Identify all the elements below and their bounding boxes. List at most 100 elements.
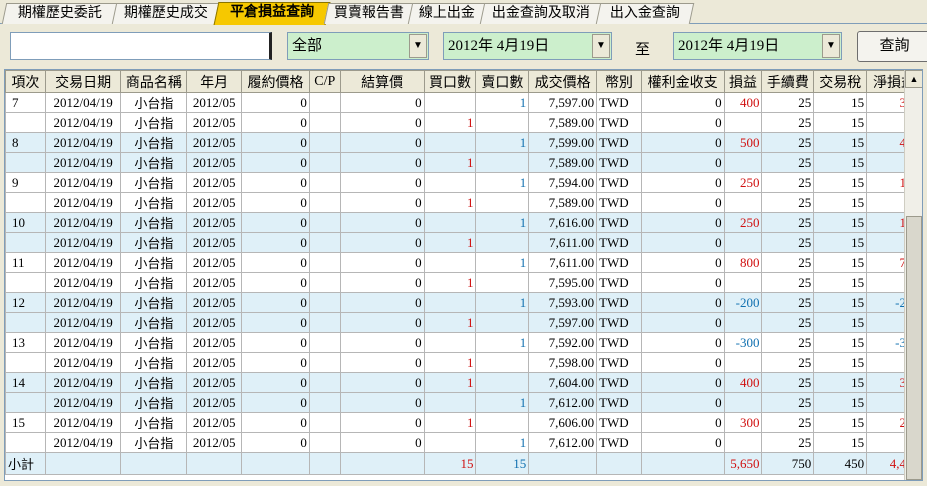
cell-buy: 1 xyxy=(423,232,477,253)
cell-buy: 1 xyxy=(423,152,477,173)
table-row[interactable]: 2012/04/19 小台指 2012/05 0 0 1 7,597.00 TWD 0 25 15 xyxy=(5,312,922,333)
cell-cur: TWD xyxy=(596,352,642,373)
table-row[interactable]: 9 2012/04/19 小台指 2012/05 0 0 1 7,594.00 TWD 0 250 2… xyxy=(5,172,922,193)
cell-strike: 0 xyxy=(241,332,310,353)
cell-tax: 15 xyxy=(813,392,868,413)
tab-withdrawal-query-cancel[interactable]: 出金查詢及取消 xyxy=(479,3,603,24)
subtotal-fee: 750 xyxy=(761,452,815,475)
cell-sell xyxy=(475,112,530,133)
scroll-thumb[interactable] xyxy=(906,216,922,480)
column-header[interactable]: 損益 xyxy=(723,70,763,93)
cell-pl: 400 xyxy=(723,372,763,393)
column-header[interactable]: 商品名稱 xyxy=(120,70,188,93)
cell-price: 7,593.00 xyxy=(528,292,598,313)
column-header[interactable]: 履約價格 xyxy=(241,70,310,93)
cell-buy: 1 xyxy=(423,352,477,373)
chevron-down-icon[interactable]: ▼ xyxy=(592,34,610,58)
cell-buy xyxy=(423,392,477,413)
cell-name: 小台指 xyxy=(120,352,188,373)
cell-pl xyxy=(723,272,763,293)
table-row[interactable]: 11 2012/04/19 小台指 2012/05 0 0 1 7,611.00 TWD 0 800… xyxy=(5,252,922,273)
table-row[interactable]: 2012/04/19 小台指 2012/05 0 0 1 7,589.00 TWD 0 25 15 xyxy=(5,112,922,133)
table-row[interactable]: 2012/04/19 小台指 2012/05 0 0 1 7,595.00 TWD 0 25 15 xyxy=(5,272,922,293)
cell-sell xyxy=(475,272,530,293)
cell-strike: 0 xyxy=(241,372,310,393)
cell-pl xyxy=(723,312,763,333)
cell-idx: 13 xyxy=(5,332,46,353)
column-header[interactable]: 年月 xyxy=(186,70,243,93)
column-header[interactable]: 權利金收支 xyxy=(640,70,725,93)
cell-ym: 2012/05 xyxy=(186,92,243,113)
category-select[interactable]: 全部 ▼ xyxy=(287,32,429,60)
subtotal-cp xyxy=(308,452,341,475)
cell-tax: 15 xyxy=(813,232,868,253)
table-row[interactable]: 13 2012/04/19 小台指 2012/05 0 0 1 7,592.00 TWD 0 -30… xyxy=(5,332,922,353)
table-row[interactable]: 8 2012/04/19 小台指 2012/05 0 0 1 7,599.00 TWD 0 500 2… xyxy=(5,132,922,153)
chevron-down-icon[interactable]: ▼ xyxy=(409,34,427,58)
cell-settle: 0 xyxy=(339,232,425,253)
cell-pl: 400 xyxy=(723,92,763,113)
cell-strike: 0 xyxy=(241,392,310,413)
cell-price: 7,611.00 xyxy=(528,252,598,273)
table-row[interactable]: 12 2012/04/19 小台指 2012/05 0 0 1 7,593.00 TWD 0 -20… xyxy=(5,292,922,313)
cell-idx xyxy=(5,352,46,373)
cell-tax: 15 xyxy=(813,412,868,433)
tab-option-history-orders[interactable]: 期權歷史委託 xyxy=(1,3,119,24)
cell-sell xyxy=(475,312,530,333)
tab-deposit-withdrawal-query[interactable]: 出入金查詢 xyxy=(595,3,695,24)
subtotal-tax: 450 xyxy=(813,452,868,475)
column-header[interactable]: 手續費 xyxy=(761,70,815,93)
tab-closed-position-pl[interactable]: 平倉損益查詢 xyxy=(213,2,331,25)
cell-ym: 2012/05 xyxy=(186,192,243,213)
table-row[interactable]: 2012/04/19 小台指 2012/05 0 0 1 7,589.00 TWD 0 25 15 xyxy=(5,192,922,213)
table-row[interactable]: 15 2012/04/19 小台指 2012/05 0 0 1 7,606.00 TWD 0 300… xyxy=(5,412,922,433)
column-header[interactable]: C/P xyxy=(308,70,341,93)
scroll-up-arrow-icon[interactable]: ▲ xyxy=(905,70,922,88)
table-row[interactable]: 2012/04/19 小台指 2012/05 0 0 1 7,598.00 TWD 0 25 15 xyxy=(5,352,922,373)
cell-fee: 25 xyxy=(761,372,815,393)
column-header[interactable]: 賣口數 xyxy=(475,70,530,93)
cell-strike: 0 xyxy=(241,192,310,213)
table-row[interactable]: 2012/04/19 小台指 2012/05 0 0 1 7,611.00 TWD 0 25 15 xyxy=(5,232,922,253)
filter-bar: 全部 ▼ 2012年 4月19日 ▼ 至 2012年 4月19日 ▼ 查詢 xyxy=(0,25,927,68)
table-row[interactable]: 2012/04/19 小台指 2012/05 0 0 1 7,612.00 TWD 0 25 15 xyxy=(5,432,922,453)
table-row[interactable]: 2012/04/19 小台指 2012/05 0 0 1 7,589.00 TWD 0 25 15 xyxy=(5,152,922,173)
column-header[interactable]: 幣別 xyxy=(596,70,642,93)
column-header[interactable]: 結算價 xyxy=(339,70,425,93)
vertical-scrollbar[interactable]: ▲ xyxy=(904,70,922,480)
tab-option-history-fills[interactable]: 期權歷史成交 xyxy=(111,3,221,24)
cell-prem: 0 xyxy=(640,252,725,273)
column-header[interactable]: 成交價格 xyxy=(528,70,598,93)
cell-prem: 0 xyxy=(640,332,725,353)
cell-price: 7,612.00 xyxy=(528,432,598,453)
table-row[interactable]: 14 2012/04/19 小台指 2012/05 0 0 1 7,604.00 TWD 0 400… xyxy=(5,372,922,393)
account-input[interactable] xyxy=(10,32,272,60)
cell-settle: 0 xyxy=(339,172,425,193)
table-row[interactable]: 7 2012/04/19 小台指 2012/05 0 0 1 7,597.00 TWD 0 400 2… xyxy=(5,92,922,113)
column-header[interactable]: 交易日期 xyxy=(44,70,122,93)
cell-date: 2012/04/19 xyxy=(44,412,122,433)
table-row[interactable]: 10 2012/04/19 小台指 2012/05 0 0 1 7,616.00 TWD 0 250… xyxy=(5,212,922,233)
column-header[interactable]: 買口數 xyxy=(423,70,477,93)
start-date-picker[interactable]: 2012年 4月19日 ▼ xyxy=(443,32,612,60)
cell-sell: 1 xyxy=(475,252,530,273)
cell-pl xyxy=(723,232,763,253)
tab-trade-report[interactable]: 買賣報告書 xyxy=(323,3,415,24)
cell-idx xyxy=(5,152,46,173)
cell-name: 小台指 xyxy=(120,412,188,433)
subtotal-row: 小計15155,6507504504,450 xyxy=(5,452,922,475)
chevron-down-icon[interactable]: ▼ xyxy=(822,34,840,58)
cell-name: 小台指 xyxy=(120,332,188,353)
tab-online-withdrawal[interactable]: 線上出金 xyxy=(407,3,487,24)
query-button[interactable]: 查詢 xyxy=(857,31,927,62)
subtotal-buy: 15 xyxy=(423,452,477,475)
cell-pl: 300 xyxy=(723,412,763,433)
column-header[interactable]: 項次 xyxy=(5,70,46,93)
cell-idx xyxy=(5,232,46,253)
table-row[interactable]: 2012/04/19 小台指 2012/05 0 0 1 7,612.00 TWD 0 25 15 xyxy=(5,392,922,413)
end-date-picker[interactable]: 2012年 4月19日 ▼ xyxy=(673,32,842,60)
table-header-row: 項次 交易日期 商品名稱 年月 履約價格 C/P 結算價 買口數 賣口數 成交價格 幣別 權利金收支損… xyxy=(5,70,922,93)
cell-idx xyxy=(5,112,46,133)
cell-sell: 1 xyxy=(475,132,530,153)
column-header[interactable]: 交易稅 xyxy=(813,70,868,93)
